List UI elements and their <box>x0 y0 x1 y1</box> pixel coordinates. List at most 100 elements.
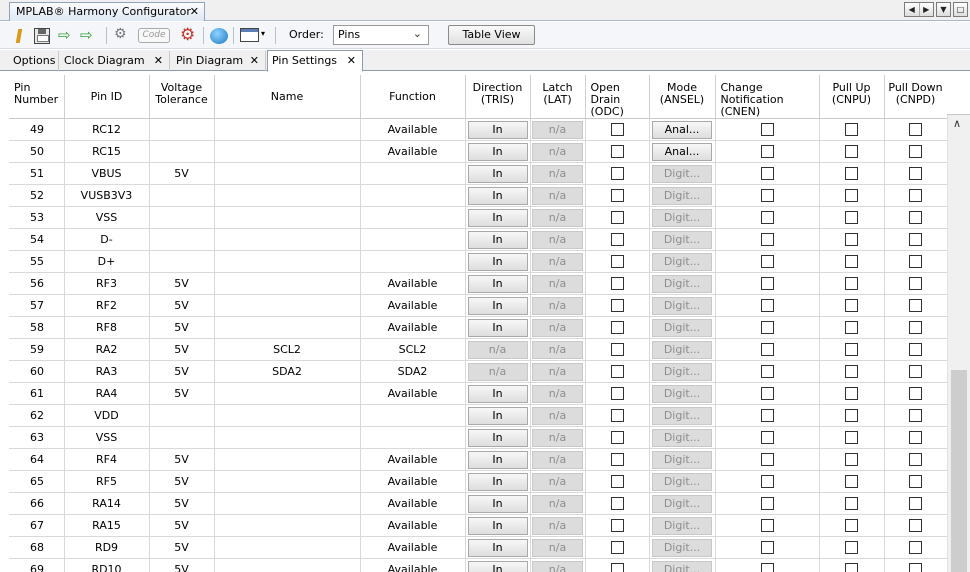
direction-button[interactable]: In <box>467 164 528 183</box>
pull-up-checkbox[interactable] <box>845 321 858 335</box>
open-drain-checkbox[interactable] <box>610 277 624 291</box>
open-drain-checkbox[interactable] <box>610 321 624 335</box>
change-notification-checkbox[interactable] <box>760 343 774 357</box>
close-icon[interactable]: ✕ <box>347 54 356 67</box>
change-notification-checkbox[interactable] <box>760 541 774 555</box>
header-mode[interactable]: Mode (ANSEL) <box>649 75 716 119</box>
tab-clock-diagram[interactable]: Clock Diagram ✕ <box>60 51 170 71</box>
tab-pin-diagram[interactable]: Pin Diagram ✕ <box>172 51 266 71</box>
change-notification-checkbox[interactable] <box>760 497 774 511</box>
change-notification-checkbox[interactable] <box>760 167 774 181</box>
change-notification-checkbox[interactable] <box>760 321 774 335</box>
direction-button[interactable]: In <box>467 296 528 315</box>
change-notification-checkbox[interactable] <box>760 409 774 423</box>
pull-up-checkbox[interactable] <box>845 409 858 423</box>
pull-down-checkbox[interactable] <box>909 475 922 489</box>
vertical-scrollbar[interactable]: ∧ <box>947 115 970 572</box>
change-notification-checkbox[interactable] <box>760 519 774 533</box>
pull-up-checkbox[interactable] <box>845 343 858 357</box>
direction-button[interactable]: In <box>467 494 528 513</box>
open-drain-checkbox[interactable] <box>610 563 624 572</box>
header-pull-down[interactable]: Pull Down (CNPD) <box>884 75 947 119</box>
open-drain-checkbox[interactable] <box>610 431 624 445</box>
close-icon[interactable]: ✕ <box>154 54 163 67</box>
header-pull-up[interactable]: Pull Up (CNPU) <box>819 75 885 119</box>
header-latch[interactable]: Latch (LAT) <box>530 75 586 119</box>
open-drain-checkbox[interactable] <box>610 343 624 357</box>
header-pin-number[interactable]: Pin Number <box>9 75 65 119</box>
pull-down-checkbox[interactable] <box>909 387 922 401</box>
import-icon[interactable]: ⇨ <box>58 26 78 45</box>
table-view-button[interactable]: Table View <box>448 25 535 45</box>
pull-up-checkbox[interactable] <box>845 299 858 313</box>
pull-down-checkbox[interactable] <box>909 255 922 269</box>
change-notification-checkbox[interactable] <box>760 255 774 269</box>
pull-down-checkbox[interactable] <box>909 211 922 225</box>
change-notification-checkbox[interactable] <box>760 189 774 203</box>
direction-button[interactable]: In <box>467 120 528 139</box>
open-drain-checkbox[interactable] <box>610 365 624 379</box>
wizard-icon[interactable] <box>14 26 24 45</box>
header-open-drain[interactable]: Open Drain (ODC) <box>585 75 650 119</box>
direction-button[interactable]: In <box>467 252 528 271</box>
open-drain-checkbox[interactable] <box>610 299 624 313</box>
direction-button[interactable]: In <box>467 450 528 469</box>
direction-button[interactable]: In <box>467 406 528 425</box>
open-drain-checkbox[interactable] <box>610 409 624 423</box>
pull-down-checkbox[interactable] <box>909 409 922 423</box>
tab-pin-settings[interactable]: Pin Settings ✕ <box>267 50 363 72</box>
pull-up-checkbox[interactable] <box>845 167 858 181</box>
pull-up-checkbox[interactable] <box>845 563 858 572</box>
open-drain-checkbox[interactable] <box>610 145 624 159</box>
pull-up-checkbox[interactable] <box>845 145 858 159</box>
scroll-up-icon[interactable]: ∧ <box>953 117 961 130</box>
pull-down-checkbox[interactable] <box>909 365 922 379</box>
change-notification-checkbox[interactable] <box>760 299 774 313</box>
pull-up-checkbox[interactable] <box>845 233 858 247</box>
open-drain-checkbox[interactable] <box>610 387 624 401</box>
pull-up-checkbox[interactable] <box>845 497 858 511</box>
pull-up-checkbox[interactable] <box>845 453 858 467</box>
configurator-window-tab[interactable]: MPLAB® Harmony Configurator ✕ <box>9 2 205 21</box>
tab-menu-icon[interactable]: ▼ <box>936 2 951 17</box>
pull-down-checkbox[interactable] <box>909 497 922 511</box>
globe-icon[interactable] <box>210 28 228 44</box>
open-drain-checkbox[interactable] <box>610 541 624 555</box>
generate-code-button[interactable]: ⚙ Code <box>114 26 172 45</box>
direction-button[interactable]: In <box>467 230 528 249</box>
mode-button[interactable]: Anal... <box>652 120 712 139</box>
header-direction[interactable]: Direction (TRIS) <box>465 75 531 119</box>
open-drain-checkbox[interactable] <box>610 519 624 533</box>
header-pin-id[interactable]: Pin ID <box>64 75 150 119</box>
pull-up-checkbox[interactable] <box>845 255 858 269</box>
header-change-notification[interactable]: Change Notification (CNEN) <box>715 75 820 119</box>
direction-button[interactable]: In <box>467 516 528 535</box>
open-drain-checkbox[interactable] <box>610 167 624 181</box>
open-drain-checkbox[interactable] <box>610 233 624 247</box>
direction-button[interactable]: In <box>467 560 528 572</box>
pull-up-checkbox[interactable] <box>845 123 858 137</box>
open-drain-checkbox[interactable] <box>610 497 624 511</box>
pull-down-checkbox[interactable] <box>909 431 922 445</box>
direction-button[interactable]: In <box>467 538 528 557</box>
change-notification-checkbox[interactable] <box>760 475 774 489</box>
open-drain-checkbox[interactable] <box>610 189 624 203</box>
pull-down-checkbox[interactable] <box>909 563 922 572</box>
change-notification-checkbox[interactable] <box>760 211 774 225</box>
direction-button[interactable]: In <box>467 428 528 447</box>
change-notification-checkbox[interactable] <box>760 233 774 247</box>
pull-up-checkbox[interactable] <box>845 387 858 401</box>
open-drain-checkbox[interactable] <box>610 123 624 137</box>
pull-down-checkbox[interactable] <box>909 189 922 203</box>
pull-down-checkbox[interactable] <box>909 123 922 137</box>
header-voltage-tolerance[interactable]: Voltage Tolerance <box>149 75 215 119</box>
pull-down-checkbox[interactable] <box>909 343 922 357</box>
previous-tab-icon[interactable]: ◀ <box>905 3 920 16</box>
open-drain-checkbox[interactable] <box>610 211 624 225</box>
close-icon[interactable]: ✕ <box>190 5 199 18</box>
pull-up-checkbox[interactable] <box>845 519 858 533</box>
direction-button[interactable]: In <box>467 186 528 205</box>
change-notification-checkbox[interactable] <box>760 431 774 445</box>
pull-down-checkbox[interactable] <box>909 453 922 467</box>
pull-up-checkbox[interactable] <box>845 475 858 489</box>
